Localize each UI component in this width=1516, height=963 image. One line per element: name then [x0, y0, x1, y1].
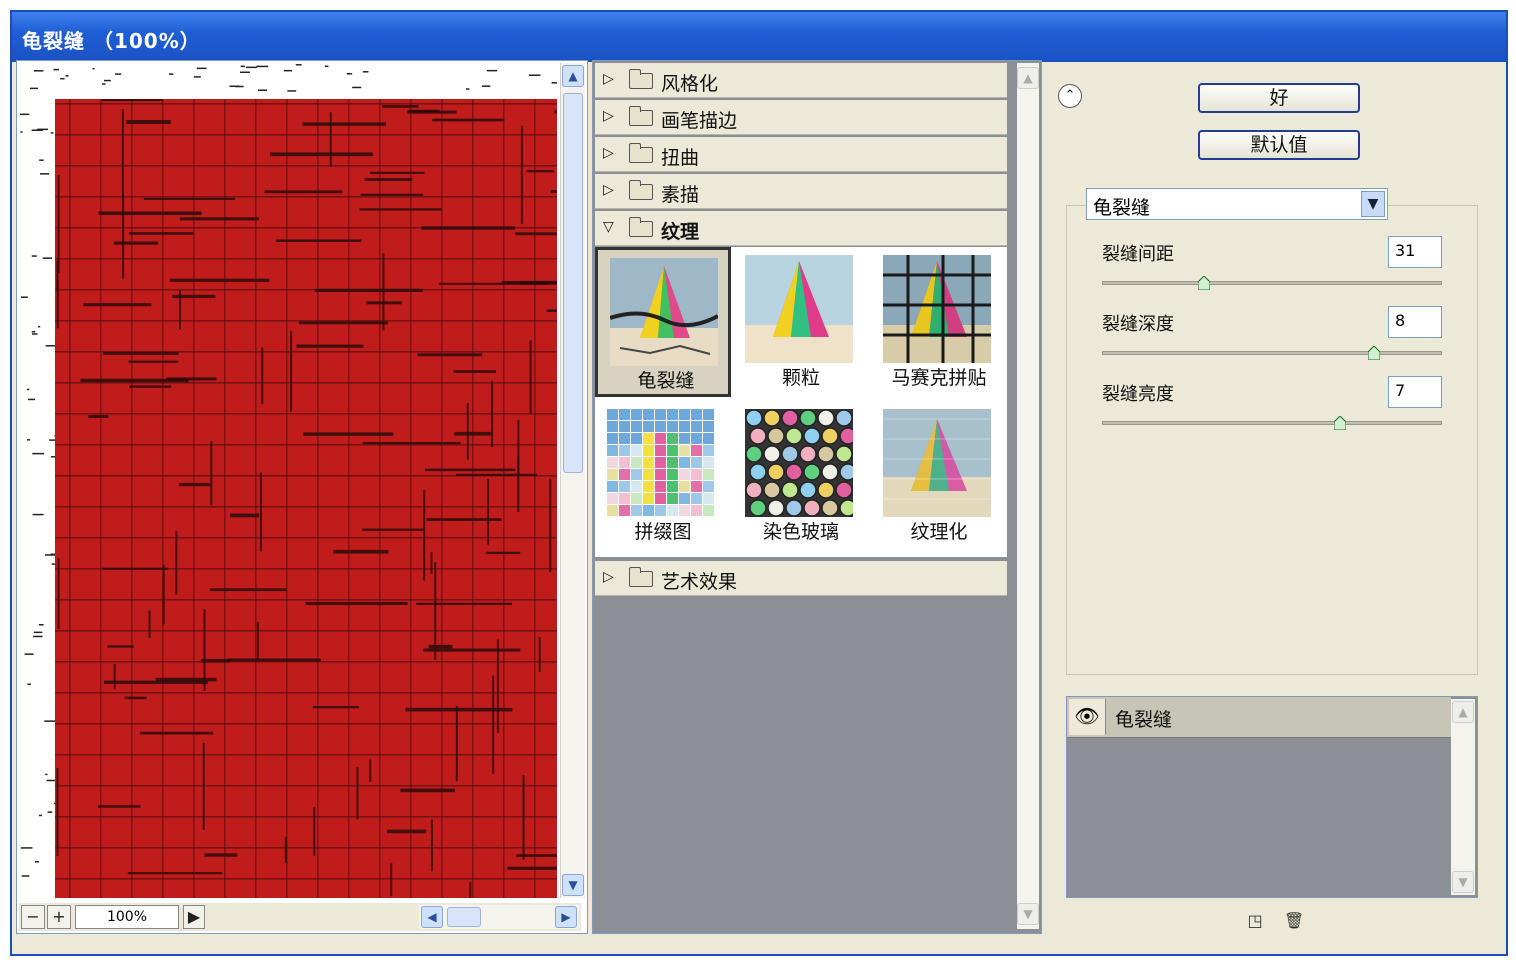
- layers-scrollbar[interactable]: ▲ ▼: [1451, 699, 1475, 895]
- category-distort[interactable]: ▷ 扭曲: [595, 137, 1007, 172]
- expand-arrow-icon[interactable]: ▷: [603, 569, 614, 585]
- zoom-bar: − + 100% ▶ ◀ ▶: [19, 903, 581, 931]
- preview-panel: ▲ ▼ − + 100% ▶ ◀ ▶: [16, 60, 588, 934]
- param-label-spacing: 裂缝间距: [1102, 244, 1174, 265]
- param-input-spacing[interactable]: 31: [1388, 236, 1442, 268]
- param-input-brightness[interactable]: 7: [1388, 376, 1442, 408]
- grain-thumbnail-image: [745, 255, 853, 363]
- new-effect-layer-icon[interactable]: ◳: [1246, 912, 1264, 930]
- filter-thumb-label: 拼缀图: [634, 521, 692, 543]
- scroll-up-arrow-icon[interactable]: ▲: [562, 65, 584, 87]
- title-bar[interactable]: 龟裂缝 （100%）: [12, 12, 1506, 62]
- stained-glass-thumbnail-image: [745, 409, 853, 517]
- category-label: 艺术效果: [661, 571, 738, 593]
- filter-list-panel: ▷ 风格化 ▷ 画笔描边 ▷ 扭曲 ▷ 素描 ▽ 纹理 龟裂缝 颗粒 马赛克拼贴…: [592, 60, 1042, 934]
- preview-image: [19, 63, 557, 898]
- filter-thumb-label: 颗粒: [781, 367, 820, 389]
- category-texture[interactable]: ▽ 纹理: [595, 211, 1007, 246]
- slider-thumb-spacing[interactable]: [1198, 276, 1210, 290]
- expand-arrow-icon[interactable]: ▷: [603, 71, 614, 87]
- param-input-depth[interactable]: 8: [1388, 306, 1442, 338]
- category-sketch[interactable]: ▷ 素描: [595, 174, 1007, 209]
- category-label: 风格化: [661, 73, 719, 95]
- preview-hscroll-thumb[interactable]: [447, 907, 481, 927]
- trash-icon[interactable]: 🗑: [1284, 912, 1304, 930]
- filter-thumb-patchwork[interactable]: 拼缀图: [595, 401, 731, 551]
- effect-layers-panel: 👁 龟裂缝 ▲ ▼: [1066, 696, 1478, 898]
- slider-thumb-brightness[interactable]: [1334, 416, 1346, 430]
- filter-thumb-mosaic-tiles[interactable]: 马赛克拼贴: [871, 247, 1007, 397]
- filter-thumb-label: 马赛克拼贴: [891, 367, 987, 389]
- zoom-level-field[interactable]: 100%: [75, 905, 179, 929]
- preview-horizontal-scrollbar[interactable]: ◀ ▶: [419, 905, 579, 929]
- slider-depth[interactable]: [1102, 351, 1442, 355]
- filter-thumb-grain[interactable]: 颗粒: [733, 247, 869, 397]
- folder-icon: [629, 69, 653, 89]
- slider-brightness[interactable]: [1102, 421, 1442, 425]
- folder-icon: [629, 106, 653, 126]
- filter-select-value: 龟裂缝: [1093, 197, 1151, 219]
- expand-arrow-icon[interactable]: ▷: [603, 182, 614, 198]
- scroll-up-arrow-icon[interactable]: ▲: [1452, 701, 1474, 723]
- preview-scroll-thumb[interactable]: [563, 93, 583, 473]
- category-stylize[interactable]: ▷ 风格化: [595, 63, 1007, 98]
- folder-icon: [629, 143, 653, 163]
- zoom-menu-arrow-icon[interactable]: ▶: [183, 905, 205, 929]
- category-label: 素描: [661, 184, 700, 206]
- category-label: 画笔描边: [661, 110, 738, 132]
- scroll-down-arrow-icon[interactable]: ▼: [1452, 871, 1474, 893]
- window-title: 龟裂缝 （100%）: [22, 29, 201, 53]
- preview-vertical-scrollbar[interactable]: ▲ ▼: [560, 63, 585, 898]
- filter-thumb-label: 龟裂缝: [637, 370, 695, 392]
- mosaic-tiles-thumbnail-image: [883, 255, 991, 363]
- ok-button[interactable]: 好: [1198, 83, 1360, 113]
- param-label-brightness: 裂缝亮度: [1102, 384, 1174, 405]
- filter-thumb-label: 纹理化: [910, 521, 968, 543]
- expand-arrow-icon[interactable]: ▷: [603, 108, 614, 124]
- filter-thumb-texturizer[interactable]: 纹理化: [871, 401, 1007, 551]
- scroll-down-arrow-icon[interactable]: ▼: [1017, 903, 1039, 925]
- zoom-in-button[interactable]: +: [47, 905, 71, 929]
- eye-visibility-icon[interactable]: 👁: [1069, 699, 1106, 735]
- scroll-left-arrow-icon[interactable]: ◀: [421, 906, 443, 928]
- category-label: 纹理: [661, 221, 700, 243]
- category-label: 扭曲: [661, 147, 700, 169]
- param-label-depth: 裂缝深度: [1102, 314, 1174, 335]
- default-button[interactable]: 默认值: [1198, 130, 1360, 160]
- preview-canvas[interactable]: [19, 63, 557, 898]
- effect-layer-row[interactable]: 👁 龟裂缝: [1067, 697, 1451, 738]
- texturizer-thumbnail-image: [883, 409, 991, 517]
- collapse-arrow-icon[interactable]: ▽: [603, 219, 614, 235]
- filter-thumb-craquelure[interactable]: 龟裂缝: [595, 247, 731, 397]
- settings-group: [1066, 205, 1478, 675]
- category-artistic[interactable]: ▷ 艺术效果: [595, 561, 1007, 596]
- slider-spacing[interactable]: [1102, 281, 1442, 285]
- category-brush-strokes[interactable]: ▷ 画笔描边: [595, 100, 1007, 135]
- folder-icon: [629, 180, 653, 200]
- craquelure-thumbnail-image: [610, 258, 718, 366]
- scroll-down-arrow-icon[interactable]: ▼: [562, 874, 584, 896]
- filter-select[interactable]: 龟裂缝 ▼: [1086, 188, 1388, 220]
- filter-list-scrollbar[interactable]: ▲ ▼: [1017, 63, 1039, 929]
- zoom-out-button[interactable]: −: [21, 905, 45, 929]
- filter-thumb-label: 染色玻璃: [762, 521, 839, 543]
- texture-thumbnails: 龟裂缝 颗粒 马赛克拼贴 拼缀图 染色玻璃 纹理化: [595, 247, 1007, 557]
- open-folder-icon: [629, 217, 653, 237]
- scroll-right-arrow-icon[interactable]: ▶: [555, 906, 577, 928]
- patchwork-thumbnail-image: [607, 409, 715, 517]
- slider-thumb-depth[interactable]: [1368, 346, 1380, 360]
- collapse-gallery-button[interactable]: ⌃: [1058, 84, 1082, 108]
- folder-icon: [629, 567, 653, 587]
- scroll-up-arrow-icon[interactable]: ▲: [1017, 67, 1039, 89]
- effect-layer-name: 龟裂缝: [1115, 709, 1173, 731]
- chevron-down-icon[interactable]: ▼: [1361, 191, 1385, 217]
- filter-thumb-stained-glass[interactable]: 染色玻璃: [733, 401, 869, 551]
- expand-arrow-icon[interactable]: ▷: [603, 145, 614, 161]
